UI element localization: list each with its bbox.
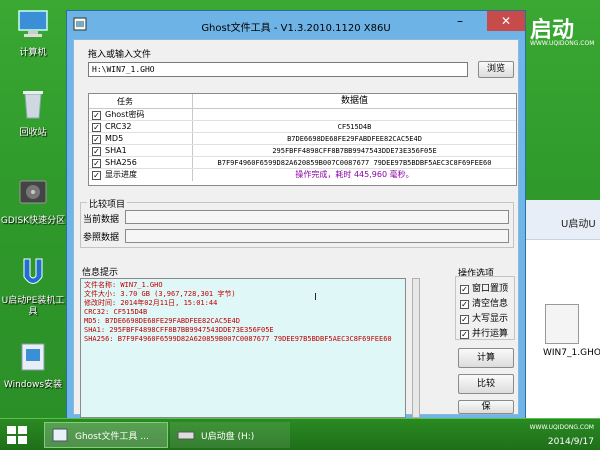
reference-data-label: 参照数据 <box>83 233 120 243</box>
checkbox[interactable]: ✓ <box>92 135 101 144</box>
drive-icon <box>177 431 195 440</box>
desktop-icon-label: GDISK快速分区 <box>0 216 66 226</box>
grid-header: 任务 数据值 <box>89 94 516 109</box>
reference-data-field[interactable] <box>125 229 509 243</box>
checkbox[interactable]: ✓ <box>92 147 101 156</box>
taskbar-udisk[interactable]: U启动盘 (H:) <box>170 422 290 448</box>
desktop-icon-recycle-bin[interactable]: 回收站 <box>0 88 66 139</box>
background-window-title: U启动U <box>561 219 596 230</box>
checkbox[interactable]: ✓ <box>92 111 101 120</box>
save-button[interactable]: 保 <box>458 400 514 414</box>
task-cell: ✓ 显示进度 <box>89 169 193 181</box>
option-uppercase[interactable]: ✓ 大写显示 <box>460 311 508 324</box>
table-row[interactable]: ✓ SHA1 295FBFF4898CFF8B7BB9947543DDE73E35… <box>89 145 516 157</box>
info-scrollbar[interactable] <box>412 278 420 418</box>
compare-button[interactable]: 比较 <box>458 374 514 394</box>
task-cell: ✓ SHA1 <box>89 145 193 156</box>
brand-site: WWW.UQIDONG.COM <box>530 40 595 47</box>
info-line: 文件名称: WIN7_1.GHO <box>84 281 163 289</box>
value-cell: B7F9F4960F6599D82A620859B007C0087677 79D… <box>217 159 492 167</box>
desktop-icon-label: Windows安装 <box>3 380 63 390</box>
info-line: CRC32: CF515D4B <box>84 308 148 316</box>
table-row[interactable]: ✓ 显示进度 操作完成，耗时 445,960 毫秒。 <box>89 169 516 181</box>
task-cell: ✓ Ghost密码 <box>89 109 193 120</box>
info-line: MD5: B7DE6698DE68FE29FABDFEE82CAC5E4D <box>84 317 240 325</box>
checkbox[interactable]: ✓ <box>92 171 101 180</box>
value-cell <box>193 109 516 120</box>
compare-group-title: 比较项目 <box>87 197 128 210</box>
desktop-icon-computer[interactable]: 计算机 <box>0 8 66 59</box>
installer-icon <box>21 343 45 371</box>
info-line: 文件大小: 3.70 GB (3,967,728,301 字节) <box>84 290 236 298</box>
ibeam-cursor-icon: I <box>314 292 317 303</box>
file-icon[interactable] <box>545 304 579 344</box>
clock-date: 2014/9/17 <box>547 437 594 447</box>
drop-file-label: 拖入或输入文件 <box>88 50 152 60</box>
desktop-icon-windows-install[interactable]: Windows安装 <box>0 340 66 391</box>
desktop-icon-upe[interactable]: U启动PE装机工具 <box>0 256 66 318</box>
close-button[interactable]: ✕ <box>487 11 525 31</box>
table-row[interactable]: ✓ MD5 B7DE6698DE68FE29FABDFEE82CAC5E4D <box>89 133 516 145</box>
value-cell: 295FBFF4898CFF8B7BB9947543DDE73E356F05E <box>272 147 437 155</box>
checkbox[interactable]: ✓ <box>460 330 469 339</box>
info-line: SHA1: 295FBFF4898CFF8B7BB9947543DDE73E35… <box>84 326 274 334</box>
file-label: WIN7_1.GHO <box>543 348 600 358</box>
current-data-label: 当前数据 <box>83 215 120 225</box>
title-bar[interactable]: Ghost文件工具 - V1.3.2010.1120 X86U – ✕ <box>67 11 525 39</box>
compare-group: 比较项目 当前数据 参照数据 <box>80 197 514 248</box>
option-clear-info[interactable]: ✓ 清空信息 <box>460 296 508 309</box>
info-title: 信息提示 <box>82 268 119 278</box>
checkbox[interactable]: ✓ <box>92 159 101 168</box>
info-line: SHA256: B7F9F4960F6599D82A620859B007C008… <box>84 335 392 343</box>
value-cell: B7DE6698DE68FE29FABDFEE82CAC5E4D <box>287 135 422 143</box>
minimize-button[interactable]: – <box>447 11 473 31</box>
option-topmost[interactable]: ✓ 窗口置顶 <box>460 281 508 294</box>
option-parallel[interactable]: ✓ 并行运算 <box>460 326 508 339</box>
task-cell: ✓ CRC32 <box>89 121 193 132</box>
options-group: ✓ 窗口置顶 ✓ 清空信息 ✓ 大写显示 ✓ 并行运算 <box>455 276 515 340</box>
clock[interactable]: WWW.UQIDONG.COM 2014/9/17 <box>530 421 594 449</box>
checkbox[interactable]: ✓ <box>460 300 469 309</box>
taskbar-ghost-tool[interactable]: Ghost文件工具 ... <box>44 422 168 448</box>
windows-start-icon[interactable] <box>6 425 28 445</box>
task-grid: 任务 数据值 ✓ Ghost密码 ✓ CRC32 CF515D4B ✓ MD5 B7D… <box>88 93 517 186</box>
desktop-icon-label: U启动PE装机工具 <box>1 296 65 317</box>
info-line: 修改时间: 2014年02月11日, 15:01:44 <box>84 299 218 307</box>
task-cell: ✓ SHA256 <box>89 157 193 168</box>
close-icon: ✕ <box>500 14 512 28</box>
window-client: 拖入或输入文件 H:\WIN7_1.GHO 浏览 任务 数据值 ✓ Ghost密码… <box>73 39 519 418</box>
browse-button[interactable]: 浏览 <box>478 61 514 78</box>
desktop-icon-label: 计算机 <box>19 48 47 58</box>
app-icon <box>52 428 68 442</box>
file-path-input[interactable]: H:\WIN7_1.GHO <box>88 62 468 77</box>
compute-button[interactable]: 计算 <box>458 348 514 368</box>
taskbar: Ghost文件工具 ... U启动盘 (H:) WWW.UQIDONG.COM … <box>0 418 600 450</box>
checkbox[interactable]: ✓ <box>92 123 101 132</box>
computer-icon <box>18 10 48 37</box>
desktop-icon-label: 回收站 <box>19 128 47 138</box>
recycle-bin-icon <box>23 91 43 119</box>
current-data-field[interactable] <box>125 210 509 224</box>
desktop-icon-gdisk[interactable]: GDISK快速分区 <box>0 176 66 227</box>
table-row[interactable]: ✓ Ghost密码 <box>89 109 516 121</box>
ghost-tool-window[interactable]: Ghost文件工具 - V1.3.2010.1120 X86U – ✕ 拖入或输… <box>66 10 526 420</box>
table-row[interactable]: ✓ CRC32 CF515D4B <box>89 121 516 133</box>
checkbox[interactable]: ✓ <box>460 315 469 324</box>
progress-cell: 操作完成，耗时 445,960 毫秒。 <box>295 170 414 179</box>
task-cell: ✓ MD5 <box>89 133 193 144</box>
u-logo-icon <box>23 258 43 284</box>
background-window[interactable]: U启动U WIN7_1.GHO <box>515 200 600 418</box>
disk-icon <box>19 180 47 204</box>
info-panel[interactable]: 文件名称: WIN7_1.GHO 文件大小: 3.70 GB (3,967,72… <box>80 278 406 418</box>
col-value-header: 数据值 <box>340 96 368 106</box>
col-task-header: 任务 <box>89 94 193 108</box>
table-row[interactable]: ✓ SHA256 B7F9F4960F6599D82A620859B007C008… <box>89 157 516 169</box>
checkbox[interactable]: ✓ <box>460 285 469 294</box>
value-cell: CF515D4B <box>337 123 372 131</box>
brand-site-small: WWW.UQIDONG.COM <box>529 424 594 431</box>
minimize-icon: – <box>457 14 463 28</box>
